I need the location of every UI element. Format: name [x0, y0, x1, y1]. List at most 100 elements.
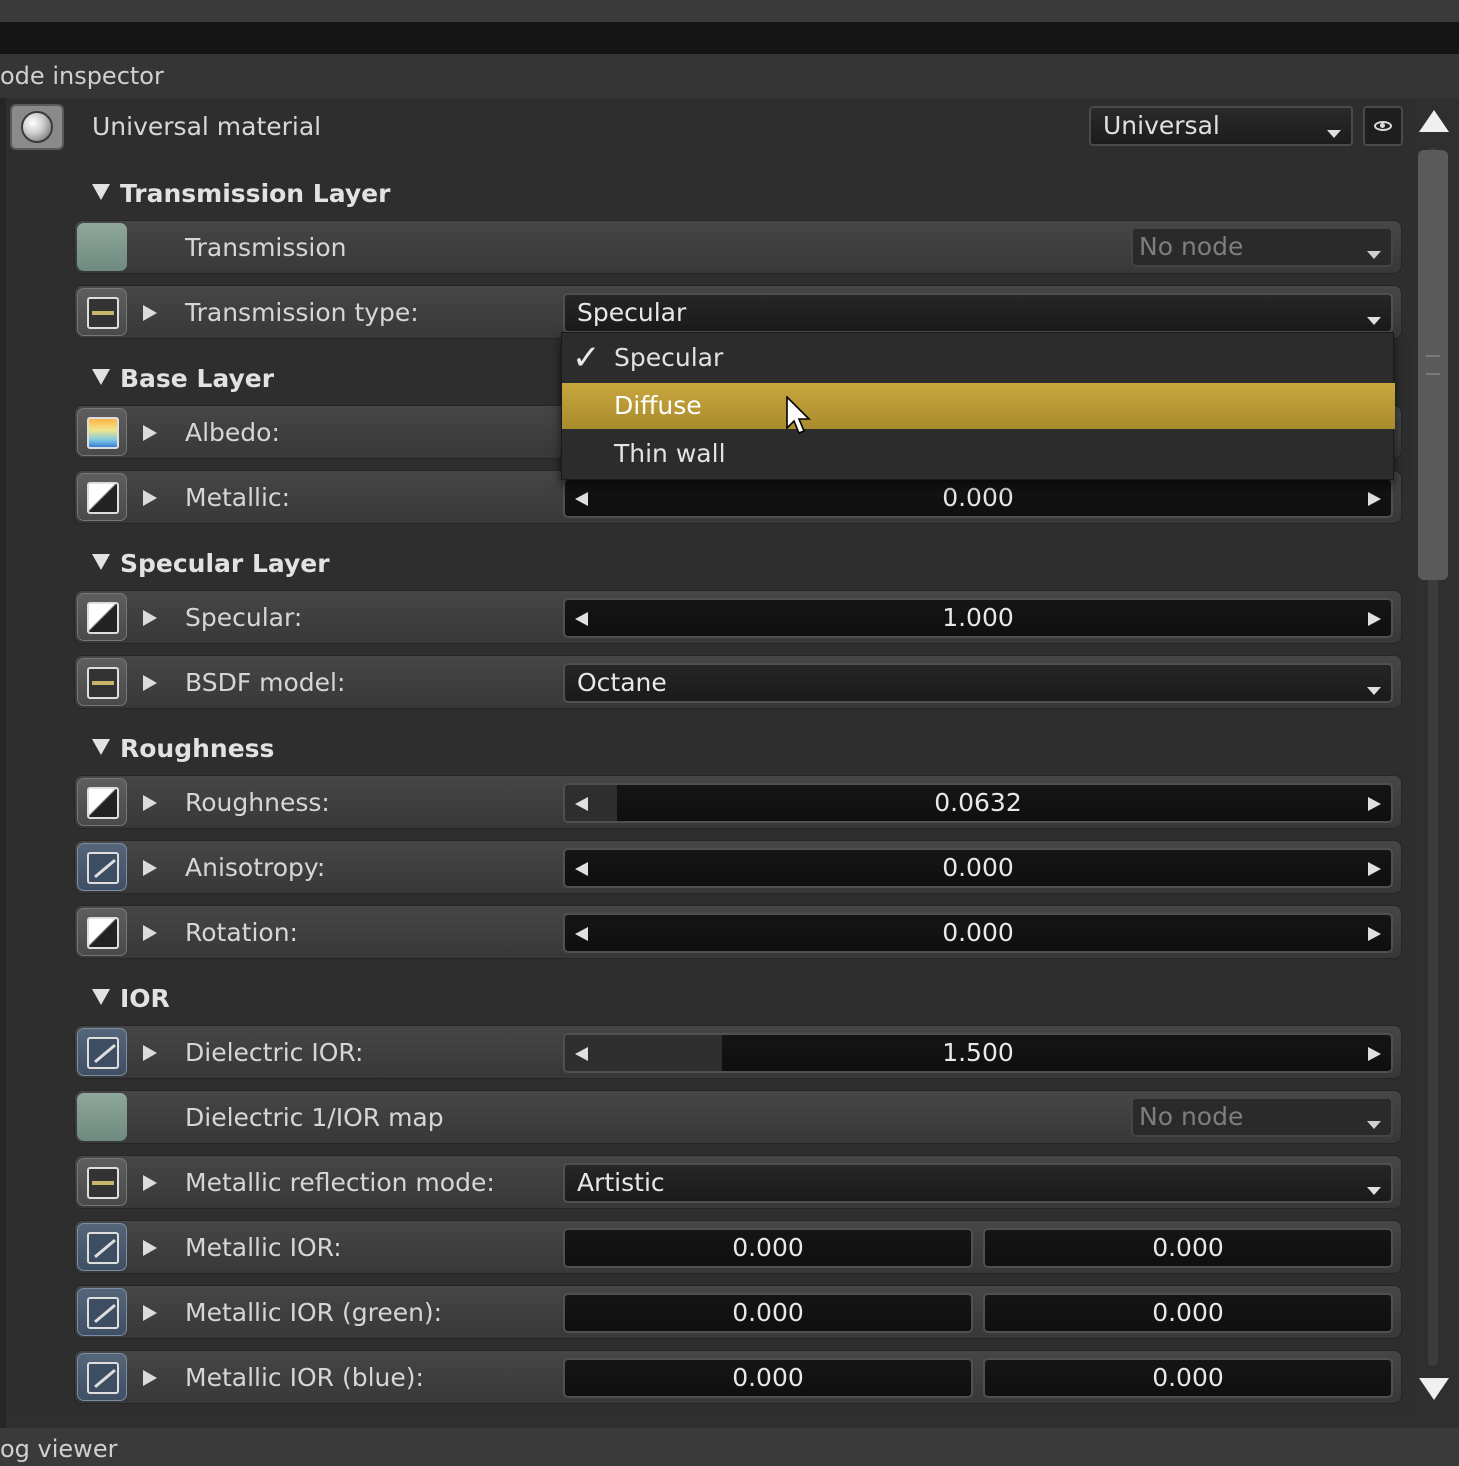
metallic-ior-blue-field-2[interactable]: 0.000 [983, 1358, 1393, 1398]
expand-arrow-icon[interactable] [143, 925, 157, 941]
bsdf-model-dropdown[interactable]: Octane [563, 663, 1393, 703]
metallic-ior-green-field-2[interactable]: 0.000 [983, 1293, 1393, 1333]
enum-pin-icon [87, 667, 119, 699]
slider-value: 0.000 [942, 853, 1014, 882]
anisotropy-slider[interactable]: 0.000 [563, 848, 1393, 888]
pin-swatch[interactable] [77, 1093, 127, 1141]
option-diffuse[interactable]: Diffuse [562, 383, 1395, 429]
section-base-layer[interactable]: Base Layer [92, 361, 274, 397]
material-preview-icon[interactable] [10, 104, 64, 150]
increment-arrow-icon[interactable] [1368, 927, 1381, 941]
chevron-down-icon [1367, 1121, 1381, 1129]
expand-arrow-icon[interactable] [143, 860, 157, 876]
section-specular-layer[interactable]: Specular Layer [92, 546, 330, 582]
pin-button[interactable] [77, 908, 127, 956]
pin-button[interactable] [77, 1158, 127, 1206]
pin-button[interactable] [77, 593, 127, 641]
float-pin-icon [87, 602, 119, 634]
pin-button[interactable] [77, 408, 127, 456]
decrement-arrow-icon[interactable] [575, 1047, 588, 1061]
increment-arrow-icon[interactable] [1368, 862, 1381, 876]
expand-arrow-icon[interactable] [143, 1175, 157, 1191]
scroll-down-arrow-icon[interactable] [1419, 1378, 1449, 1400]
option-thin-wall[interactable]: Thin wall [562, 431, 1395, 477]
material-type-combo[interactable]: Universal [1089, 106, 1353, 146]
eye-icon [1374, 121, 1392, 131]
metallic-ior-field-1[interactable]: 0.000 [563, 1228, 973, 1268]
node-select-value: No node [1139, 232, 1244, 261]
section-ior[interactable]: IOR [92, 981, 170, 1017]
float-pin-icon [87, 917, 119, 949]
expand-arrow-icon[interactable] [143, 795, 157, 811]
node-select-value: No node [1139, 1102, 1244, 1131]
pin-swatch[interactable] [77, 223, 127, 271]
transmission-type-dropdown[interactable]: Specular [563, 293, 1393, 333]
increment-arrow-icon[interactable] [1368, 797, 1381, 811]
float-pin-icon [87, 482, 119, 514]
option-label: Thin wall [614, 439, 726, 468]
pin-button[interactable] [77, 288, 127, 336]
metallic-ior-green-field-1[interactable]: 0.000 [563, 1293, 973, 1333]
pin-button[interactable] [77, 1028, 127, 1076]
expand-arrow-icon[interactable] [143, 610, 157, 626]
section-title: Transmission Layer [120, 179, 391, 208]
row-label: Metallic: [185, 483, 291, 512]
chevron-down-icon [1327, 130, 1341, 138]
field-value: 0.000 [1152, 1233, 1224, 1262]
section-transmission-layer[interactable]: Transmission Layer [92, 176, 390, 212]
node-select[interactable]: No node [1131, 1097, 1393, 1137]
pin-button[interactable] [77, 778, 127, 826]
row-label: Albedo: [185, 418, 280, 447]
pin-button[interactable] [77, 1288, 127, 1336]
metallic-ior-field-2[interactable]: 0.000 [983, 1228, 1393, 1268]
row-label: Metallic IOR (blue): [185, 1363, 424, 1392]
row-label: Anisotropy: [185, 853, 326, 882]
dielectric-ior-slider[interactable]: 1.500 [563, 1033, 1393, 1073]
decrement-arrow-icon[interactable] [575, 862, 588, 876]
row-label: Metallic reflection mode: [185, 1168, 495, 1197]
option-specular[interactable]: ✓ Specular [562, 335, 1395, 381]
bottom-panel-title: og viewer [0, 1428, 1459, 1466]
decrement-arrow-icon[interactable] [575, 492, 588, 506]
pin-button[interactable] [77, 1353, 127, 1401]
rotation-slider[interactable]: 0.000 [563, 913, 1393, 953]
pin-button[interactable] [77, 658, 127, 706]
expand-arrow-icon[interactable] [143, 1370, 157, 1386]
expand-arrow-icon[interactable] [143, 1305, 157, 1321]
expand-arrow-icon[interactable] [143, 675, 157, 691]
roughness-slider[interactable]: 0.0632 [563, 783, 1393, 823]
metallic-ior-blue-field-1[interactable]: 0.000 [563, 1358, 973, 1398]
node-select[interactable]: No node [1131, 227, 1393, 267]
decrement-arrow-icon[interactable] [575, 797, 588, 811]
option-label: Specular [614, 343, 724, 372]
metallic-slider[interactable]: 0.000 [563, 478, 1393, 518]
vertical-scrollbar[interactable] [1414, 104, 1454, 1406]
expand-arrow-icon[interactable] [143, 490, 157, 506]
decrement-arrow-icon[interactable] [575, 927, 588, 941]
expand-arrow-icon[interactable] [143, 425, 157, 441]
increment-arrow-icon[interactable] [1368, 612, 1381, 626]
row-label: BSDF model: [185, 668, 346, 697]
specular-slider[interactable]: 1.000 [563, 598, 1393, 638]
expand-arrow-icon[interactable] [143, 1045, 157, 1061]
metallic-reflection-mode-dropdown[interactable]: Artistic [563, 1163, 1393, 1203]
float-pin-icon [87, 787, 119, 819]
field-value: 0.000 [732, 1363, 804, 1392]
field-value: 0.000 [732, 1298, 804, 1327]
slider-value: 1.500 [942, 1038, 1014, 1067]
scroll-thumb[interactable] [1418, 150, 1448, 580]
increment-arrow-icon[interactable] [1368, 1047, 1381, 1061]
scroll-up-arrow-icon[interactable] [1419, 110, 1449, 132]
section-roughness[interactable]: Roughness [92, 731, 274, 767]
increment-arrow-icon[interactable] [1368, 492, 1381, 506]
pin-button[interactable] [77, 473, 127, 521]
pin-button[interactable] [77, 1223, 127, 1271]
collapse-triangle-icon [92, 369, 110, 385]
dropdown-value: Artistic [577, 1168, 665, 1197]
chevron-down-icon [1367, 1187, 1381, 1195]
visibility-button[interactable] [1363, 106, 1403, 146]
expand-arrow-icon[interactable] [143, 305, 157, 321]
expand-arrow-icon[interactable] [143, 1240, 157, 1256]
decrement-arrow-icon[interactable] [575, 612, 588, 626]
pin-button[interactable] [77, 843, 127, 891]
